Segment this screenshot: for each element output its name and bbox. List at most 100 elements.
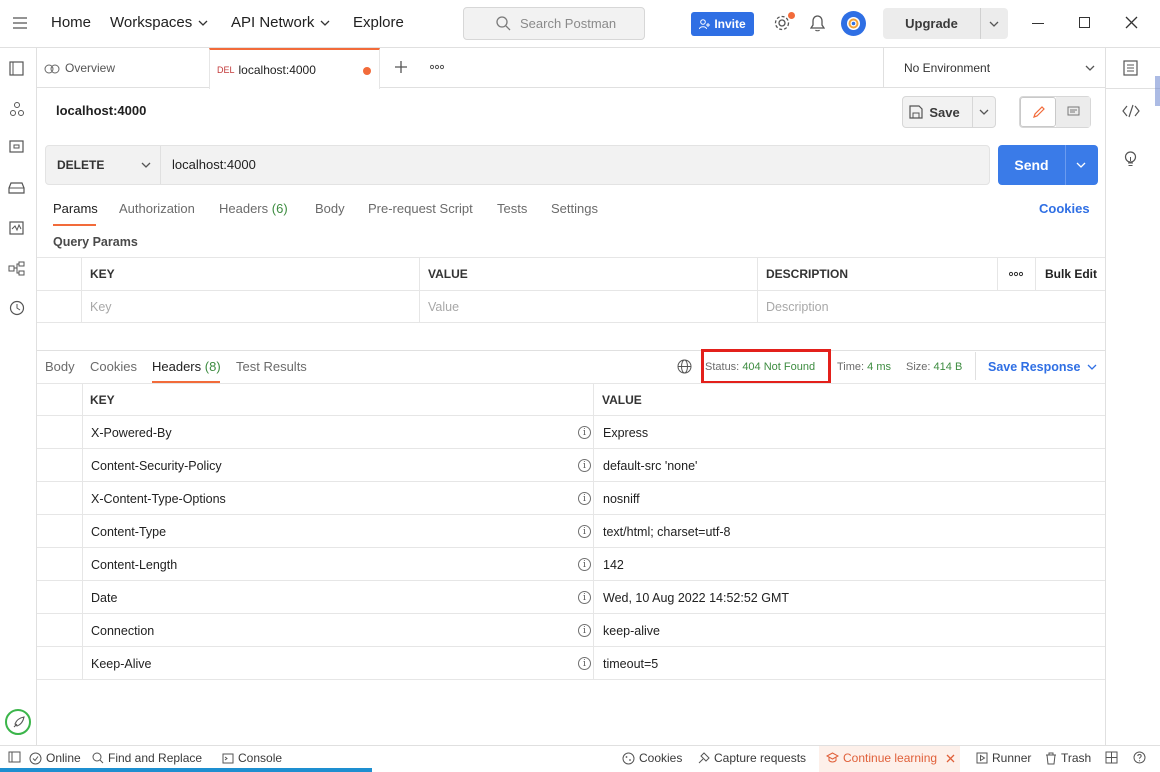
response-tab-cookies[interactable]: Cookies [90,359,137,374]
cookies-button[interactable]: Cookies [622,751,682,765]
param-value-input[interactable]: Value [420,291,758,323]
two-pane-view-icon[interactable] [1105,751,1118,764]
header-key[interactable]: Content-Type [91,515,166,548]
nav-home[interactable]: Home [51,14,91,31]
help-icon[interactable] [1133,751,1146,764]
nav-workspaces[interactable]: Workspaces [110,14,208,31]
send-button[interactable]: Send [998,145,1098,185]
tab-localhost[interactable]: DEL localhost:4000 [209,48,380,89]
bell-icon[interactable] [810,15,825,32]
size-value[interactable]: 414 B [934,361,963,373]
info-icon[interactable]: i [578,525,591,538]
tab-headers[interactable]: Headers (6) [219,201,288,216]
new-tab-icon[interactable] [394,60,408,74]
status-value[interactable]: 404 Not Found [742,361,815,373]
url-input[interactable]: localhost:4000 [172,157,256,172]
avatar[interactable] [841,11,866,36]
edit-pencil-icon[interactable] [1020,97,1056,127]
capture-requests-button[interactable]: Capture requests [697,751,806,765]
globe-icon[interactable] [677,359,692,374]
header-key[interactable]: Keep-Alive [91,647,151,680]
history-icon[interactable] [9,300,25,316]
header-value[interactable]: 142 [603,548,624,581]
tab-params[interactable]: Params [53,201,98,216]
info-icon[interactable]: i [578,492,591,505]
response-tab-body[interactable]: Body [45,359,75,374]
save-button[interactable]: Save [902,96,996,128]
invite-button[interactable]: Invite [691,12,754,36]
nav-explore[interactable]: Explore [353,14,404,31]
info-icon[interactable]: i [578,459,591,472]
comments-icon[interactable] [1056,97,1090,127]
continue-learning-button[interactable]: Continue learning [819,746,960,772]
info-icon[interactable]: i [578,657,591,670]
response-tab-test-results[interactable]: Test Results [236,359,307,374]
param-key-input[interactable]: Key [82,291,420,323]
tab-pre-request-script[interactable]: Pre-request Script [368,201,473,216]
find-replace-button[interactable]: Find and Replace [92,751,202,765]
menu-icon[interactable] [13,17,27,29]
onboarding-rocket-icon[interactable] [5,709,31,735]
more-options-icon[interactable] [998,258,1036,290]
cookies-link[interactable]: Cookies [1039,201,1090,216]
header-value[interactable]: text/html; charset=utf-8 [603,515,730,548]
header-value[interactable]: default-src 'none' [603,449,697,482]
save-response-button[interactable]: Save Response [988,360,1097,374]
sidebar-toggle-icon[interactable] [8,751,21,763]
environments-icon[interactable] [9,140,24,155]
graduation-cap-icon [826,752,839,763]
pane-divider[interactable] [37,350,1105,351]
header-key[interactable]: X-Powered-By [91,416,172,449]
request-title[interactable]: localhost:4000 [56,103,146,118]
monitors-icon[interactable] [9,221,24,235]
environment-select[interactable]: No Environment [883,48,1105,88]
trash-button[interactable]: Trash [1045,751,1091,765]
close-icon[interactable] [946,754,955,763]
info-icon[interactable]: i [578,591,591,604]
lightbulb-icon[interactable] [1123,150,1138,167]
header-value[interactable]: keep-alive [603,614,660,647]
maximize-icon[interactable] [1079,17,1090,28]
console-button[interactable]: Console [222,751,282,765]
bulk-edit-button[interactable]: Bulk Edit [1045,267,1097,281]
tab-tests[interactable]: Tests [497,201,527,216]
collections-icon[interactable] [9,61,24,76]
tab-authorization[interactable]: Authorization [119,201,195,216]
header-value[interactable]: Wed, 10 Aug 2022 14:52:52 GMT [603,581,789,614]
chevron-down-icon[interactable] [979,109,989,115]
minimize-icon[interactable] [1032,23,1044,24]
header-key[interactable]: Connection [91,614,154,647]
runner-button[interactable]: Runner [976,751,1031,765]
header-value[interactable]: Express [603,416,648,449]
chevron-down-icon[interactable] [989,21,999,27]
time-value[interactable]: 4 ms [867,361,891,373]
mock-servers-icon[interactable] [8,181,25,194]
info-icon[interactable]: i [578,426,591,439]
header-key[interactable]: X-Content-Type-Options [91,482,226,515]
nav-api-network[interactable]: API Network [231,14,330,31]
search-icon [92,752,104,764]
info-icon[interactable]: i [578,624,591,637]
environment-quick-look-icon[interactable] [1123,60,1138,76]
close-icon[interactable] [1125,16,1138,29]
param-description-input[interactable]: Description [758,291,1105,323]
method-select[interactable]: DELETE [46,146,161,184]
info-icon[interactable]: i [578,558,591,571]
online-status[interactable]: Online [29,751,81,765]
code-icon[interactable] [1122,104,1140,118]
response-tab-headers[interactable]: Headers (8) [152,359,221,374]
header-value[interactable]: nosniff [603,482,640,515]
upgrade-button[interactable]: Upgrade [883,8,1008,39]
header-key[interactable]: Date [91,581,117,614]
apis-icon[interactable] [9,101,25,117]
tab-overview[interactable]: Overview [44,48,209,88]
header-key[interactable]: Content-Length [91,548,177,581]
more-tabs-icon[interactable] [430,64,444,70]
header-key[interactable]: Content-Security-Policy [91,449,222,482]
tab-body[interactable]: Body [315,201,345,216]
header-value[interactable]: timeout=5 [603,647,658,680]
flows-icon[interactable] [8,261,25,276]
chevron-down-icon[interactable] [1076,162,1086,168]
tab-settings[interactable]: Settings [551,201,598,216]
search-input[interactable]: Search Postman [463,7,645,40]
